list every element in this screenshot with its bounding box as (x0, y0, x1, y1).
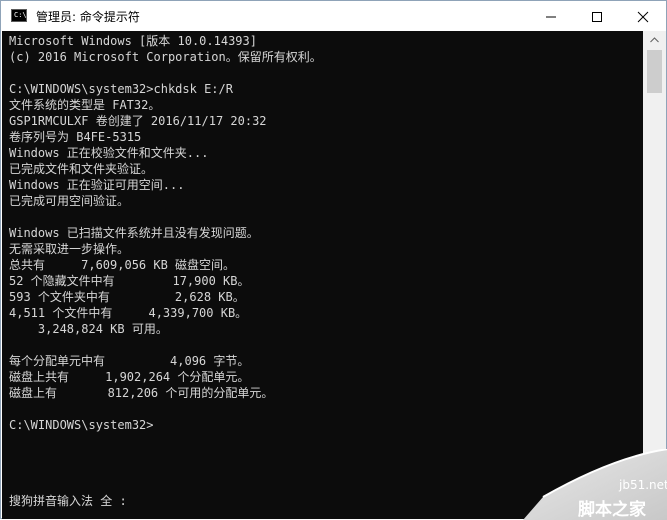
console-line: C:\WINDOWS\system32> (9, 418, 154, 432)
console-line: 4,511 个文件中有 4,339,700 KB。 (9, 306, 248, 320)
maximize-icon (592, 12, 602, 22)
close-icon (637, 11, 649, 23)
window-title: 管理员: 命令提示符 (36, 10, 140, 24)
console-line: 已完成可用空间验证。 (9, 194, 130, 208)
console-line: 52 个隐藏文件中有 17,900 KB。 (9, 274, 250, 288)
console-line: (c) 2016 Microsoft Corporation。保留所有权利。 (9, 50, 322, 64)
ime-status-bar: 搜狗拼音输入法 全 : (9, 494, 127, 508)
minimize-icon (546, 16, 556, 18)
maximize-button[interactable] (574, 1, 620, 31)
console-line: Windows 正在校验文件和文件夹... (9, 146, 209, 160)
console-lines: Microsoft Windows [版本 10.0.14393] (c) 201… (9, 33, 322, 433)
console-line: 卷序列号为 B4FE-5315 (9, 130, 142, 144)
console-line: 总共有 7,609,056 KB 磁盘空间。 (9, 258, 236, 272)
console-line: Windows 已扫描文件系统并且没有发现问题。 (9, 226, 259, 240)
scroll-up-button[interactable] (643, 31, 666, 48)
watermark-site: jb51.net (619, 478, 667, 492)
console-line: Microsoft Windows [版本 10.0.14393] (9, 34, 257, 48)
site-watermark: jb51.net 脚本之家 (523, 449, 667, 520)
cmd-icon-prompt: C:\ (14, 11, 27, 19)
console-line: 每个分配单元中有 4,096 字节。 (9, 354, 250, 368)
console-line: 文件系统的类型是 FAT32。 (9, 98, 161, 112)
console-line: 磁盘上有 812,206 个可用的分配单元。 (9, 386, 274, 400)
console-line: 593 个文件夹中有 2,628 KB。 (9, 290, 245, 304)
cmd-icon[interactable]: C:\ (11, 9, 27, 22)
console-line: Windows 正在验证可用空间... (9, 178, 185, 192)
scroll-thumb[interactable] (647, 50, 662, 93)
watermark-name: 脚本之家 (578, 500, 646, 520)
console-line: 磁盘上共有 1,902,264 个分配单元。 (9, 370, 250, 384)
close-button[interactable] (620, 1, 666, 31)
console-line: 已完成文件和文件夹验证。 (9, 162, 154, 176)
title-bar[interactable]: C:\ 管理员: 命令提示符 (1, 1, 666, 31)
minimize-button[interactable] (528, 1, 574, 31)
console-line: GSP1RMCULXF 卷创建了 2016/11/17 20:32 (9, 114, 267, 128)
console-line: 3,248,824 KB 可用。 (9, 322, 168, 336)
console-line: C:\WINDOWS\system32>chkdsk E:/R (9, 82, 233, 96)
scroll-up-arrow-icon (650, 37, 659, 43)
command-prompt-window: C:\ 管理员: 命令提示符 Microsoft Windows [版本 10.… (0, 0, 667, 520)
vertical-scrollbar[interactable] (643, 31, 666, 519)
console-line: 无需采取进一步操作。 (9, 242, 130, 256)
console-output[interactable]: Microsoft Windows [版本 10.0.14393] (c) 201… (2, 31, 643, 519)
